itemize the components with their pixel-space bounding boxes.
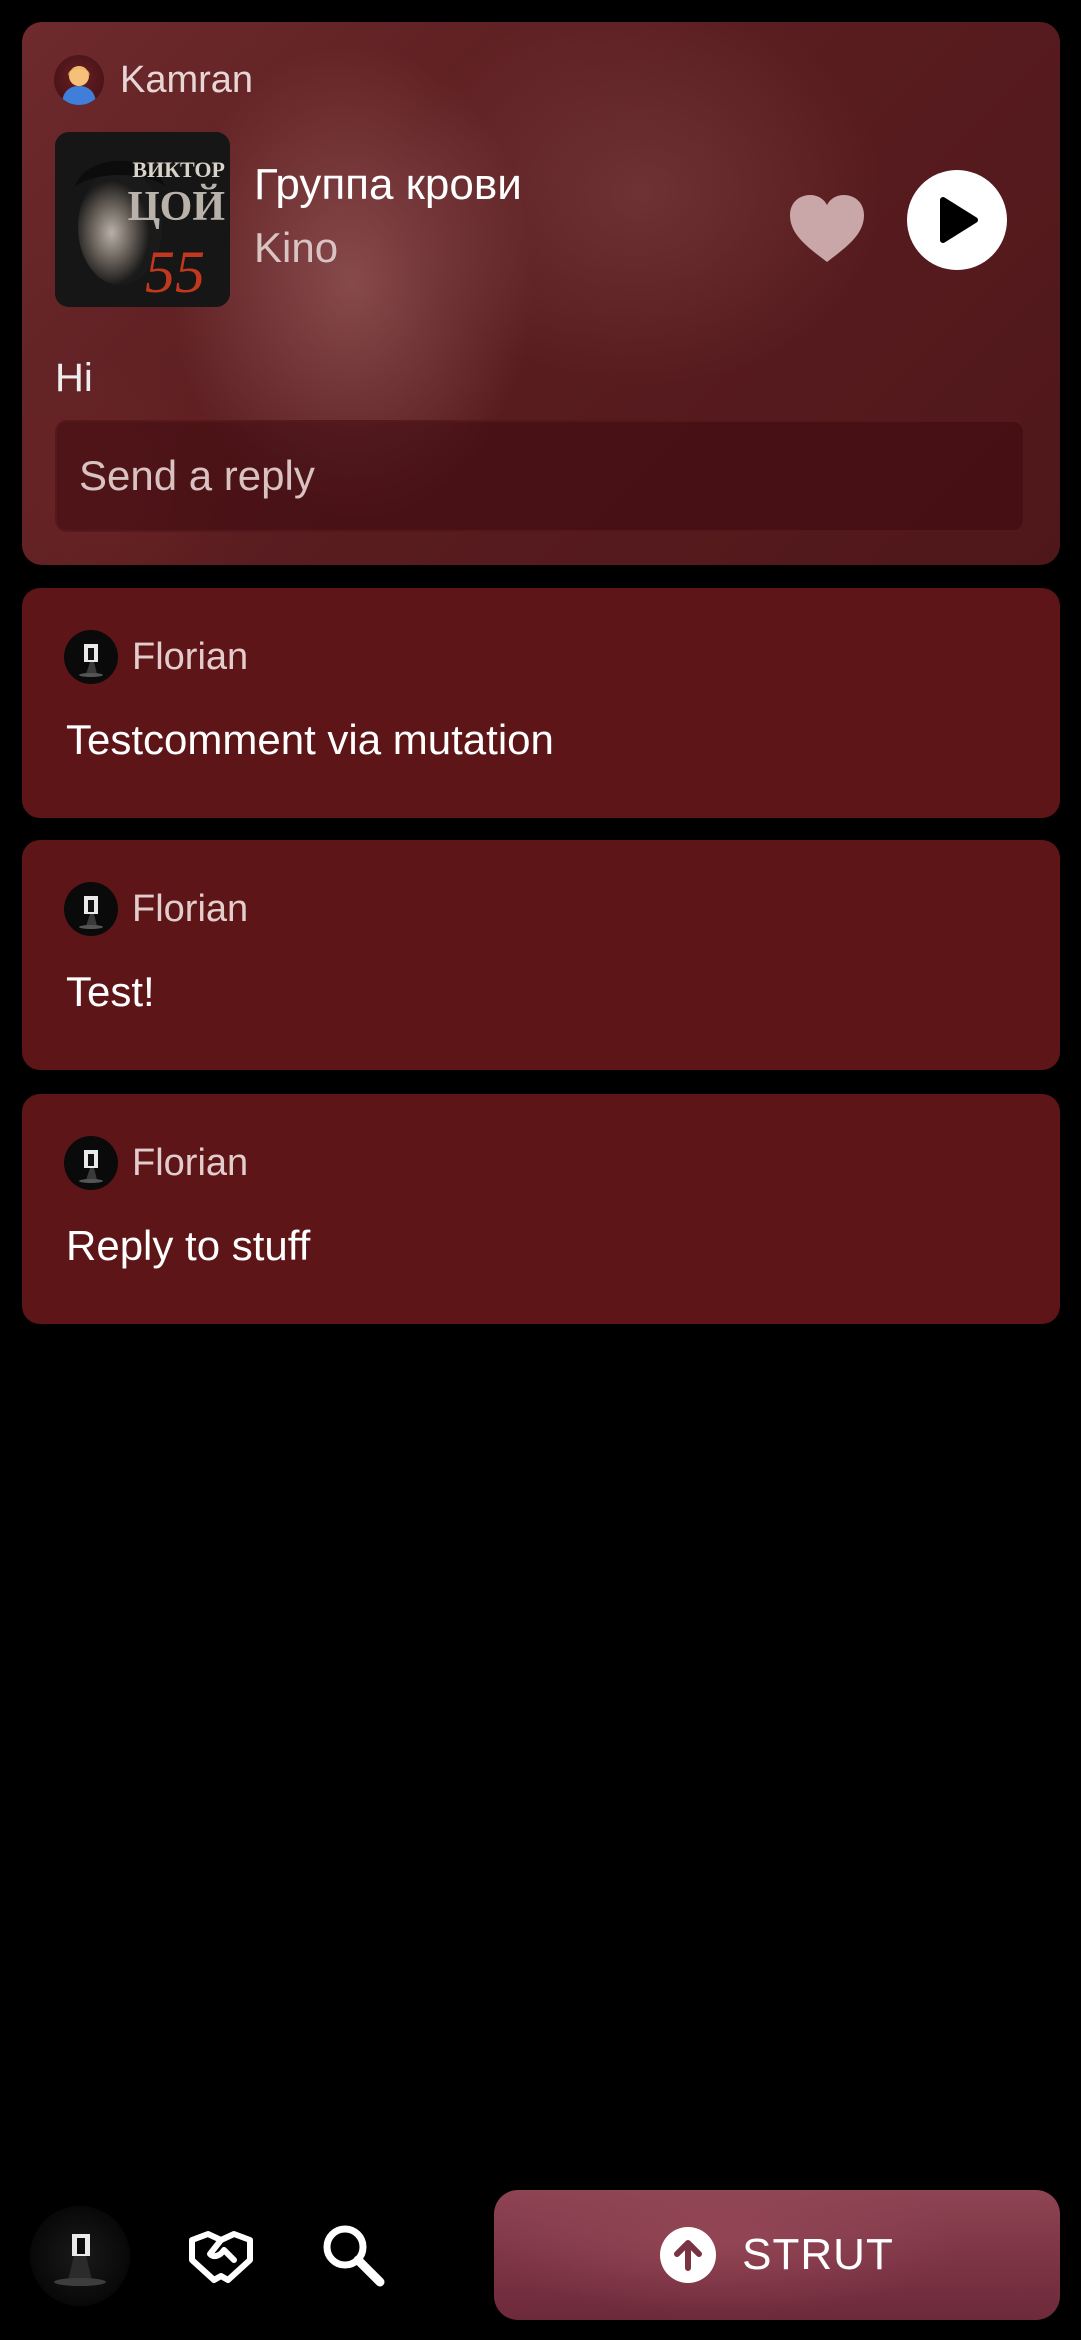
comment-author[interactable]: Florian	[64, 630, 248, 684]
comment-author-name: Florian	[132, 1141, 249, 1184]
album-art-text: 55	[145, 239, 205, 305]
track-artist[interactable]: Kino	[254, 224, 338, 272]
comment-text: Reply to stuff	[66, 1222, 311, 1269]
post-author[interactable]: Kamran	[54, 54, 253, 106]
reply-input[interactable]	[55, 420, 1025, 532]
search-icon[interactable]	[318, 2220, 388, 2290]
avatar	[64, 1136, 118, 1190]
avatar	[64, 630, 118, 684]
post-card: Kamran ВИКТОР ЦОЙ 55 Группа крови Kino H…	[22, 22, 1060, 565]
play-icon	[940, 197, 978, 243]
play-button[interactable]	[907, 170, 1007, 270]
heart-icon	[790, 195, 864, 262]
comment-author[interactable]: Florian	[64, 882, 248, 936]
comment-text: Testcomment via mutation	[66, 716, 554, 763]
post-message: Hi	[55, 356, 93, 400]
album-art[interactable]: ВИКТОР ЦОЙ 55	[55, 132, 230, 307]
comment-card: Florian Reply to stuff	[22, 1094, 1060, 1324]
comment-card: Florian Testcomment via mutation	[22, 588, 1060, 818]
comment-author[interactable]: Florian	[64, 1136, 248, 1190]
avatar	[64, 882, 118, 936]
post-author-name: Kamran	[120, 58, 254, 101]
track-title[interactable]: Группа крови	[254, 160, 522, 210]
comment-author-name: Florian	[132, 635, 249, 678]
comment-author-name: Florian	[132, 887, 249, 930]
strut-label: STRUT	[742, 2230, 894, 2279]
strut-button[interactable]: STRUT	[494, 2190, 1060, 2320]
album-art-text: ЦОЙ	[128, 184, 225, 230]
handshake-icon[interactable]	[186, 2226, 256, 2286]
comment-card: Florian Test!	[22, 840, 1060, 1070]
album-art-text: ВИКТОР	[132, 157, 225, 182]
comment-text: Test!	[66, 968, 155, 1015]
user-avatar-icon	[54, 55, 104, 105]
like-button[interactable]	[782, 184, 872, 274]
profile-avatar[interactable]	[30, 2206, 130, 2306]
arrow-up-circle-icon	[660, 2227, 717, 2283]
